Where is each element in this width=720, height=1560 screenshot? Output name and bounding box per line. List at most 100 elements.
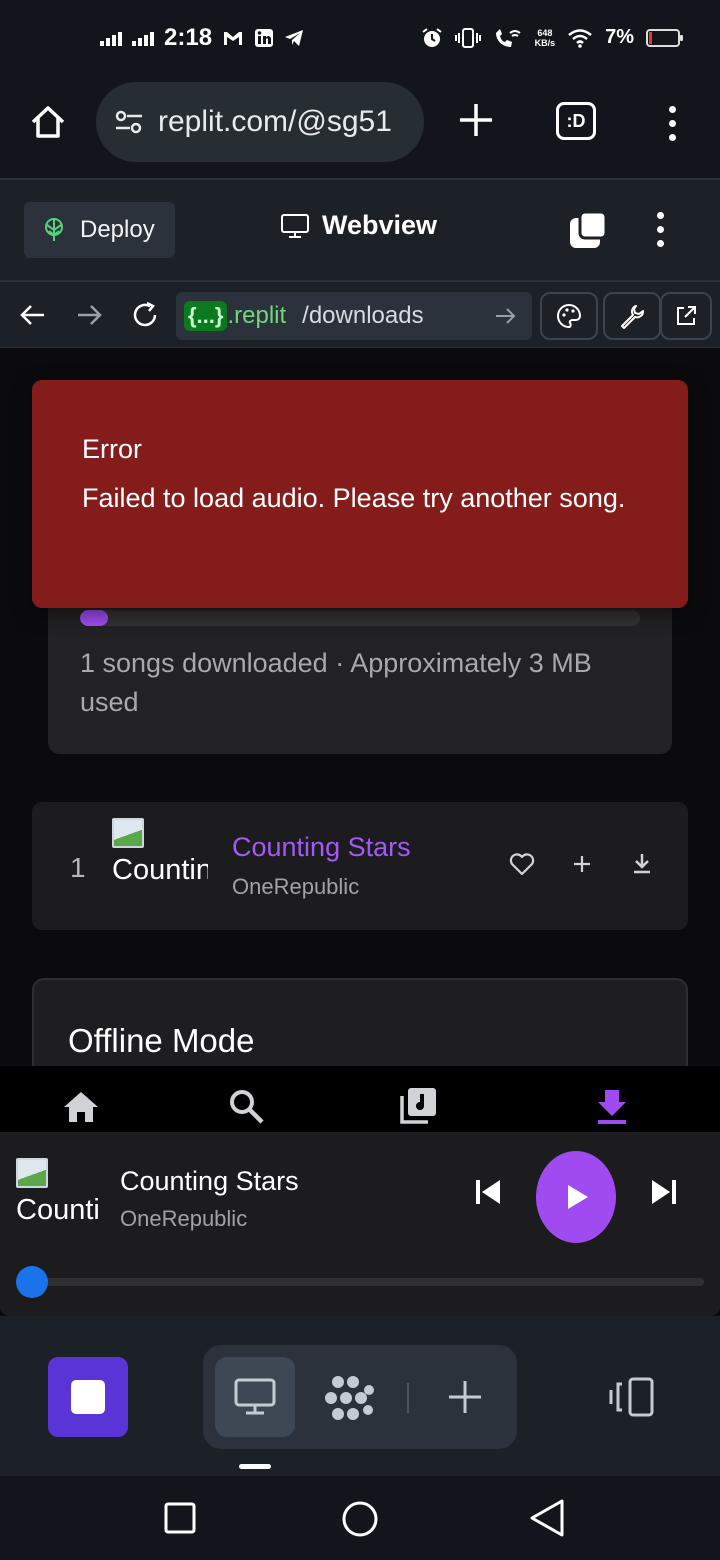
window-toggle-icon[interactable] bbox=[568, 210, 608, 250]
webview-path: /downloads bbox=[302, 302, 424, 329]
song-artist: OneRepublic bbox=[232, 874, 360, 899]
offline-mode-title: Offline Mode bbox=[68, 1022, 255, 1059]
back-triangle-icon[interactable] bbox=[528, 1498, 566, 1538]
song-title[interactable]: Counting Stars bbox=[232, 832, 411, 863]
status-bar: 2:18 648 KB/s 7% bbox=[0, 0, 720, 78]
app-bottom-nav bbox=[0, 1066, 720, 1134]
nav-home-icon[interactable] bbox=[61, 1086, 101, 1126]
replit-header: Deploy Webview bbox=[0, 178, 720, 280]
switcher-divider bbox=[407, 1383, 409, 1413]
status-bar-right: 648 KB/s 7% bbox=[421, 26, 683, 49]
replit-menu-icon[interactable] bbox=[654, 212, 666, 247]
downloads-page: 1 songs downloaded · Approximately 3 MB … bbox=[0, 348, 720, 1066]
heart-icon[interactable] bbox=[508, 850, 536, 878]
deploy-icon bbox=[45, 218, 63, 241]
telegram-icon bbox=[285, 30, 304, 46]
android-nav-bar bbox=[0, 1476, 720, 1560]
browser-toolbar: replit.com/@sg51 :D bbox=[0, 78, 720, 178]
wifi-call-icon bbox=[495, 28, 521, 47]
storage-progress-bar bbox=[80, 610, 640, 626]
recents-square-icon[interactable] bbox=[164, 1502, 196, 1534]
repl-domain: {...} .replit bbox=[184, 301, 286, 331]
battery-icon bbox=[646, 28, 683, 47]
next-track-icon[interactable] bbox=[646, 1174, 682, 1210]
external-link-icon bbox=[677, 306, 696, 325]
error-toast[interactable]: Error Failed to load audio. Please try a… bbox=[32, 380, 688, 608]
player-progress-bar[interactable] bbox=[26, 1278, 704, 1286]
error-message: Failed to load audio. Please try another… bbox=[82, 483, 626, 513]
alarm-icon bbox=[421, 27, 442, 47]
wrench-icon bbox=[621, 305, 644, 329]
open-external-button[interactable] bbox=[660, 292, 712, 340]
reload-icon[interactable] bbox=[130, 300, 160, 330]
site-settings-icon[interactable] bbox=[114, 109, 144, 135]
signal-icon-2 bbox=[132, 30, 154, 46]
play-button[interactable] bbox=[536, 1151, 616, 1243]
player-song-title: Counting Stars bbox=[120, 1166, 299, 1196]
panel-toggle-icon[interactable] bbox=[606, 1376, 656, 1418]
webview-address-field[interactable]: {...} .replit /downloads bbox=[176, 292, 532, 340]
nav-library-icon[interactable] bbox=[398, 1086, 438, 1126]
monitor-icon bbox=[281, 213, 309, 238]
replit-bottom-toolbar bbox=[0, 1316, 720, 1476]
error-title: Error bbox=[82, 434, 142, 464]
webview-label: Webview bbox=[322, 210, 438, 240]
address-bar[interactable]: replit.com/@sg51 bbox=[96, 82, 424, 162]
song-thumbnail-broken: Counting Stars bbox=[112, 818, 208, 914]
wifi-icon bbox=[568, 28, 592, 48]
player-thumbnail-broken: Counting Stars bbox=[16, 1158, 100, 1242]
storage-summary: 1 songs downloaded · Approximately 3 MB … bbox=[80, 648, 592, 717]
player-song-artist: OneRepublic bbox=[120, 1206, 248, 1231]
back-arrow-icon[interactable] bbox=[18, 300, 48, 330]
add-tab-plus-icon[interactable] bbox=[447, 1379, 483, 1415]
song-thumbnail-alt: Counting Stars bbox=[112, 854, 208, 886]
webview-title: Webview bbox=[280, 210, 437, 241]
stop-icon bbox=[71, 1380, 105, 1414]
view-switcher bbox=[203, 1345, 517, 1449]
linkedin-icon bbox=[255, 29, 274, 47]
network-speed: 648 KB/s bbox=[535, 28, 556, 48]
add-to-playlist-icon[interactable] bbox=[568, 850, 596, 878]
player-seek-handle[interactable] bbox=[16, 1266, 48, 1298]
repl-domain-badge: {...} bbox=[184, 301, 228, 331]
download-icon[interactable] bbox=[628, 850, 656, 878]
url-text: replit.com/@sg51 bbox=[158, 105, 392, 138]
broken-image-icon bbox=[112, 818, 144, 848]
webview-monitor-icon bbox=[234, 1378, 276, 1415]
gmail-icon bbox=[224, 32, 243, 45]
player-thumbnail-alt: Counting Stars bbox=[16, 1194, 100, 1226]
status-bar-left: 2:18 bbox=[100, 24, 304, 52]
mini-player[interactable]: Counting Stars Counting Stars OneRepubli… bbox=[0, 1134, 720, 1316]
stop-button[interactable] bbox=[48, 1357, 128, 1437]
deploy-button[interactable]: Deploy bbox=[24, 202, 175, 258]
network-speed-value: 648 bbox=[537, 27, 553, 38]
webview-nav: {...} .replit /downloads bbox=[0, 280, 720, 348]
palette-icon bbox=[557, 303, 582, 329]
browser-menu-icon[interactable] bbox=[666, 106, 678, 141]
song-row[interactable]: 1 Counting Stars Counting Stars OneRepub… bbox=[32, 802, 688, 930]
storage-progress-fill bbox=[80, 610, 108, 626]
new-tab-plus-icon[interactable] bbox=[456, 100, 496, 140]
nav-search-icon[interactable] bbox=[226, 1086, 266, 1126]
deploy-label: Deploy bbox=[80, 216, 155, 243]
offline-mode-card: Offline Mode bbox=[32, 978, 688, 1066]
gesture-indicator bbox=[239, 1464, 271, 1469]
apps-grid-icon[interactable] bbox=[325, 1373, 375, 1423]
clock: 2:18 bbox=[164, 24, 213, 51]
network-speed-unit: KB/s bbox=[534, 37, 556, 48]
forward-arrow-icon[interactable] bbox=[74, 300, 104, 330]
play-icon bbox=[568, 1185, 588, 1209]
theme-button[interactable] bbox=[540, 292, 598, 340]
tab-switcher-button[interactable]: :D bbox=[556, 102, 596, 140]
nav-downloads-icon[interactable] bbox=[592, 1086, 632, 1126]
previous-track-icon[interactable] bbox=[470, 1174, 506, 1210]
tab-switcher-label: :D bbox=[566, 110, 586, 131]
go-arrow-icon[interactable] bbox=[494, 305, 516, 327]
webview-tab[interactable] bbox=[215, 1357, 295, 1437]
devtools-button[interactable] bbox=[603, 292, 661, 340]
signal-icon bbox=[100, 30, 122, 46]
song-index: 1 bbox=[70, 852, 86, 883]
home-circle-icon[interactable] bbox=[341, 1500, 379, 1538]
repl-domain-text: .replit bbox=[227, 302, 287, 329]
home-icon[interactable] bbox=[28, 102, 68, 142]
